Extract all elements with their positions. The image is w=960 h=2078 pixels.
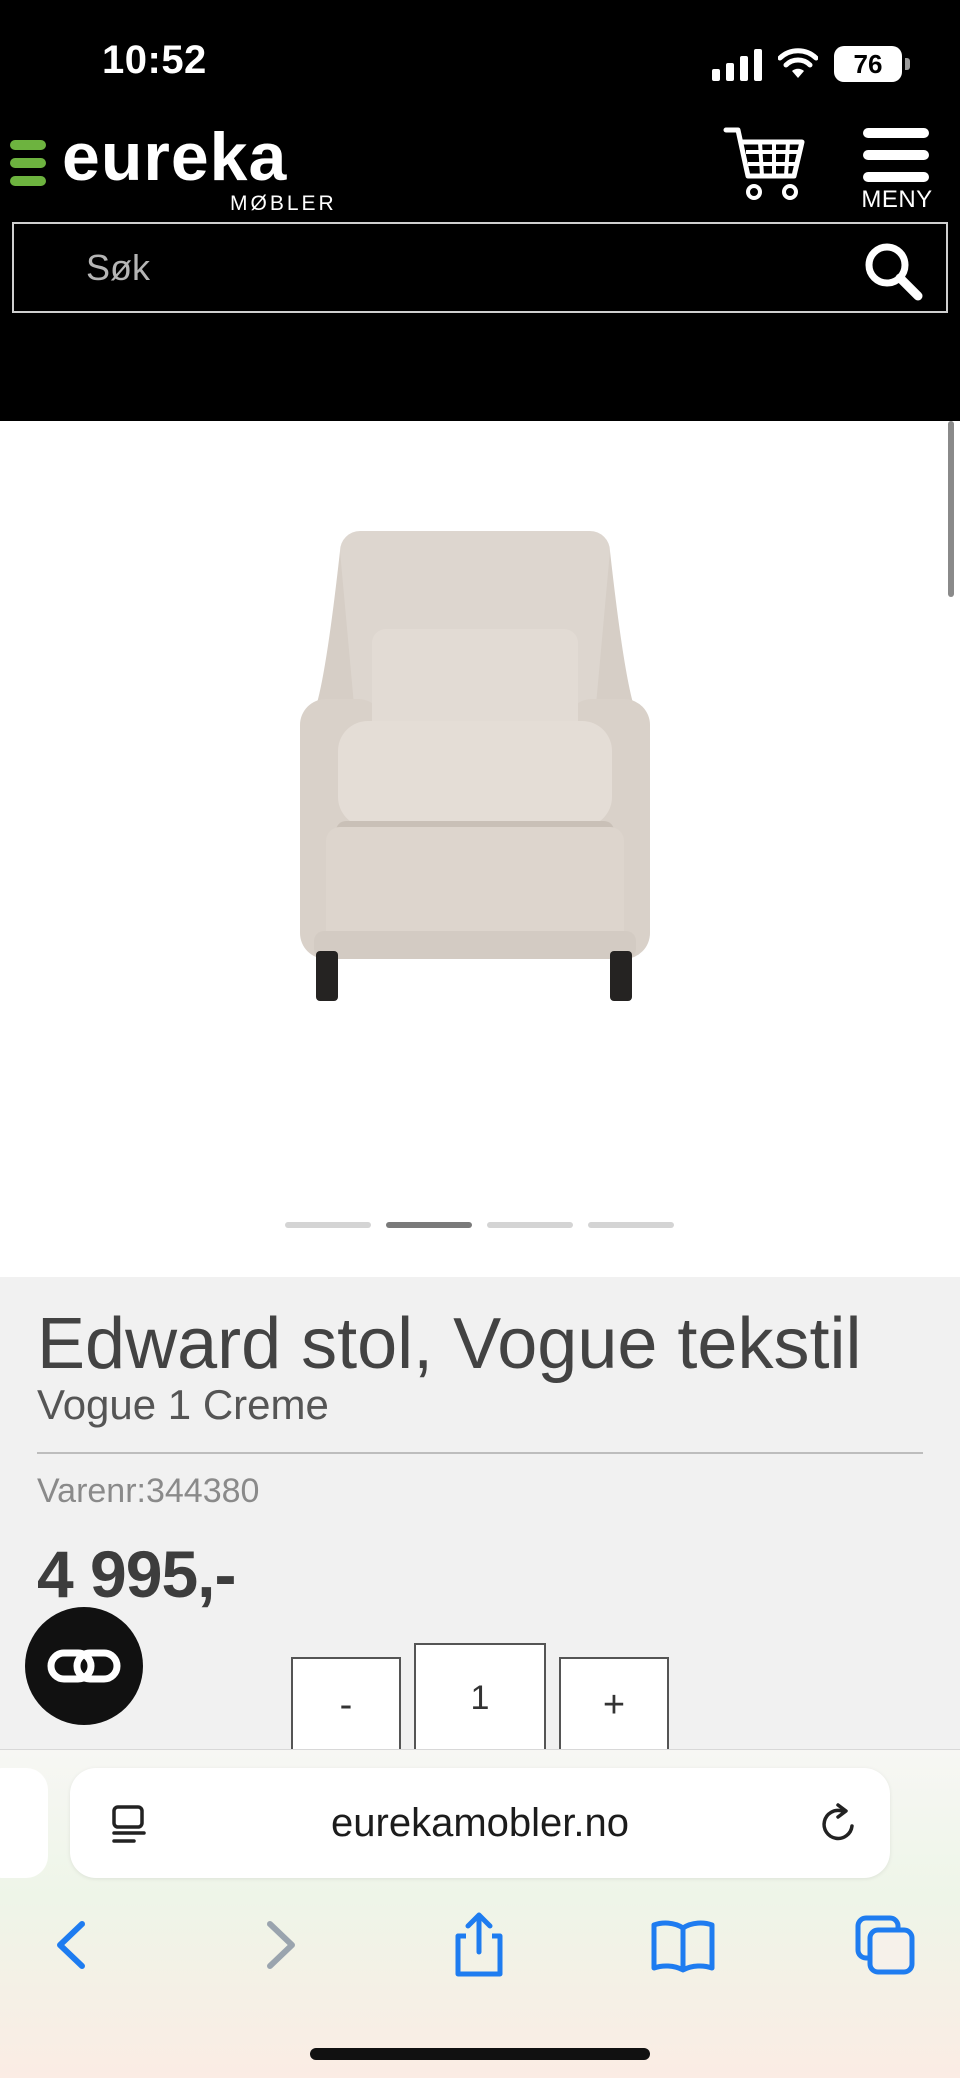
search-icon[interactable]: [860, 238, 924, 302]
quantity-input[interactable]: 1: [414, 1643, 546, 1753]
product-price: 4 995,-: [37, 1537, 236, 1611]
bookmarks-icon[interactable]: [648, 1910, 718, 1980]
wifi-icon: [778, 48, 818, 78]
quantity-increase-button[interactable]: +: [559, 1657, 669, 1753]
reload-icon[interactable]: [816, 1802, 860, 1846]
logo-text: eureka: [62, 119, 288, 195]
tabs-icon[interactable]: [850, 1910, 920, 1980]
product-variant: Vogue 1 Creme: [37, 1381, 329, 1428]
gallery-dot-active[interactable]: [386, 1222, 472, 1228]
menu-label: MENY: [861, 186, 933, 213]
site-header: 10:52 76 eureka MØBLER MENY: [0, 0, 960, 421]
hamburger-icon: [858, 124, 934, 182]
sku-label: Varenr:: [37, 1472, 146, 1510]
gallery-pagination: [285, 1222, 674, 1228]
logo-mark-icon: [10, 140, 46, 186]
back-icon[interactable]: [38, 1910, 108, 1980]
chat-button[interactable]: [25, 1607, 143, 1725]
previous-tab-preview[interactable]: [0, 1768, 48, 1878]
logo-subtext: MØBLER: [230, 192, 337, 215]
url-text: eurekamobler.no: [331, 1800, 629, 1845]
gallery-dot[interactable]: [285, 1222, 371, 1228]
share-icon[interactable]: [444, 1910, 514, 1980]
browser-nav: [0, 1900, 960, 1990]
product-image: [300, 531, 650, 1001]
address-bar[interactable]: eurekamobler.no: [70, 1768, 890, 1878]
divider: [37, 1452, 923, 1454]
search-input[interactable]: [52, 238, 842, 298]
sku-value: 344380: [145, 1472, 260, 1510]
site-logo[interactable]: eureka MØBLER: [10, 119, 340, 218]
product-title: Edward stol, Vogue tekstil: [37, 1304, 862, 1384]
battery-icon: 76: [834, 46, 910, 82]
product-sku: Varenr:344380: [37, 1472, 259, 1511]
gallery-dot[interactable]: [588, 1222, 674, 1228]
search-bar: [12, 222, 948, 313]
home-indicator: [310, 2048, 650, 2060]
menu-button[interactable]: MENY: [858, 124, 934, 214]
forward-icon[interactable]: [244, 1910, 314, 1980]
status-icons: 76: [712, 44, 910, 84]
gallery-dot[interactable]: [487, 1222, 573, 1228]
quantity-decrease-button[interactable]: -: [291, 1657, 401, 1753]
product-gallery[interactable]: [0, 421, 960, 1277]
signal-icon: [712, 47, 762, 81]
cart-icon[interactable]: [722, 124, 808, 204]
scrollbar[interactable]: [948, 421, 954, 597]
browser-toolbar: eurekamobler.no: [0, 1749, 960, 2078]
status-time: 10:52: [102, 38, 207, 82]
